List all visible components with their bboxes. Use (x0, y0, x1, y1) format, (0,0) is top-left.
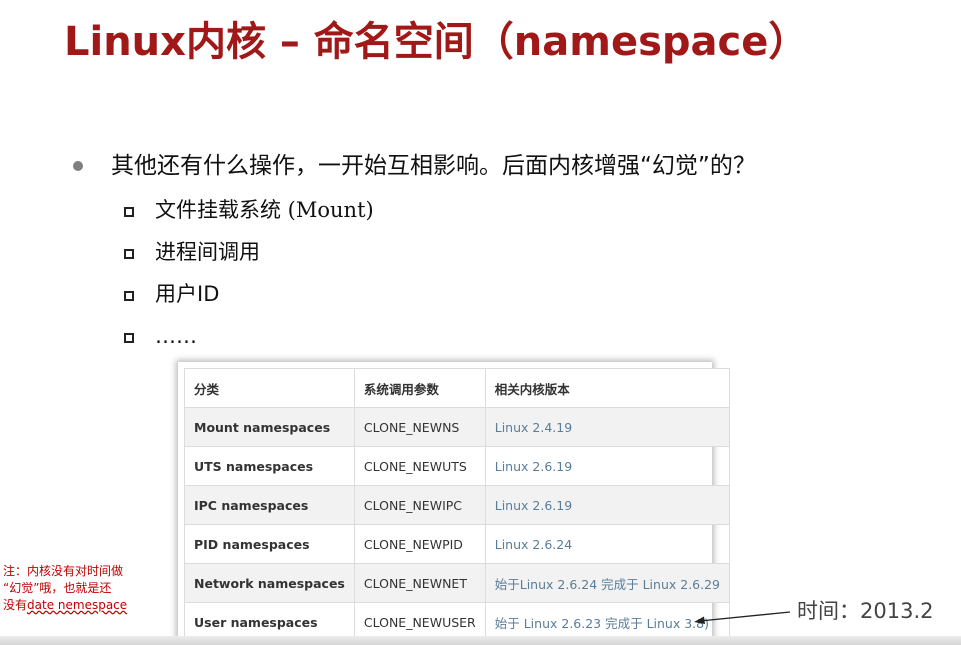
time-annotation: 时间：2013.2 (797, 599, 934, 623)
sub-bullet-mount: 文件挂载系统 (Mount) (124, 196, 824, 230)
sub-bullet-userid: 用户ID (124, 280, 824, 314)
main-bullet-text: 其他还有什么操作，一开始互相影响。后面内核增强“幻觉”的？ (111, 153, 756, 179)
sub-bullet-text: 用户ID (155, 282, 220, 306)
sub-bullet-more: …… (124, 322, 824, 356)
main-bullet: 其他还有什么操作，一开始互相影响。后面内核增强“幻觉”的？ (73, 148, 961, 184)
square-bullet-icon (124, 207, 134, 217)
namespace-table: 分类 系统调用参数 相关内核版本 Mount namespaces CLONE_… (184, 368, 731, 642)
table-cell-category: Mount namespaces (184, 407, 355, 447)
table-cell-syscall: CLONE_NEWIPC (353, 485, 486, 525)
table-cell-syscall: CLONE_NEWPID (353, 524, 486, 564)
bullet-dot-icon (73, 161, 83, 171)
footer-strip (0, 636, 961, 645)
table-cell-syscall: CLONE_NEWUTS (353, 446, 486, 486)
table-cell-syscall: CLONE_NEWNET (353, 563, 486, 603)
table-row: Mount namespaces CLONE_NEWNS Linux 2.4.1… (184, 407, 731, 447)
table-cell-version[interactable]: 始于Linux 2.6.24 完成于 Linux 2.6.29 (484, 563, 731, 603)
table-header-kernel-version: 相关内核版本 (484, 368, 731, 408)
sub-bullet-suffix: (Mount) (281, 198, 374, 222)
table-header-category: 分类 (184, 368, 355, 408)
table-row: IPC namespaces CLONE_NEWIPC Linux 2.6.19 (184, 485, 731, 525)
table-row: UTS namespaces CLONE_NEWUTS Linux 2.6.19 (184, 446, 731, 486)
sub-bullet-text: …… (155, 324, 197, 348)
table-cell-version[interactable]: Linux 2.6.24 (484, 524, 731, 564)
side-note-line: 没有date nemespace (3, 598, 128, 612)
table-header-syscall: 系统调用参数 (353, 368, 486, 408)
side-note-line: 注：内核没有对时间做 (3, 564, 124, 578)
table-header-row: 分类 系统调用参数 相关内核版本 (184, 368, 731, 408)
square-bullet-icon (124, 291, 134, 301)
square-bullet-icon (124, 249, 134, 259)
sub-bullet-text: 文件挂载系统 (Mount) (155, 198, 374, 222)
table-cell-category: PID namespaces (184, 524, 355, 564)
sub-bullet-ipc: 进程间调用 (124, 238, 824, 272)
square-bullet-icon (124, 333, 134, 343)
table-cell-version[interactable]: Linux 2.6.19 (484, 446, 731, 486)
table-row: PID namespaces CLONE_NEWPID Linux 2.6.24 (184, 524, 731, 564)
table-cell-syscall: CLONE_NEWNS (353, 407, 486, 447)
table-cell-version[interactable]: Linux 2.6.19 (484, 485, 731, 525)
table-cell-category: UTS namespaces (184, 446, 355, 486)
namespace-table-image: 分类 系统调用参数 相关内核版本 Mount namespaces CLONE_… (178, 362, 731, 645)
side-note-line: “幻觉”哦，也就是还 (3, 581, 112, 595)
slide-title: Linux内核 – 命名空间（namespace） (64, 19, 809, 65)
table-row: Network namespaces CLONE_NEWNET 始于Linux … (184, 563, 731, 603)
table-cell-version[interactable]: Linux 2.4.19 (484, 407, 731, 447)
side-note-underlined: date nemespace (27, 598, 128, 612)
table-cell-category: Network namespaces (184, 563, 355, 603)
table-cell-category: IPC namespaces (184, 485, 355, 525)
sub-bullet-text: 进程间调用 (155, 240, 260, 264)
arrow-icon (694, 611, 791, 624)
side-note: 注：内核没有对时间做 “幻觉”哦，也就是还 没有date nemespace (3, 563, 127, 614)
